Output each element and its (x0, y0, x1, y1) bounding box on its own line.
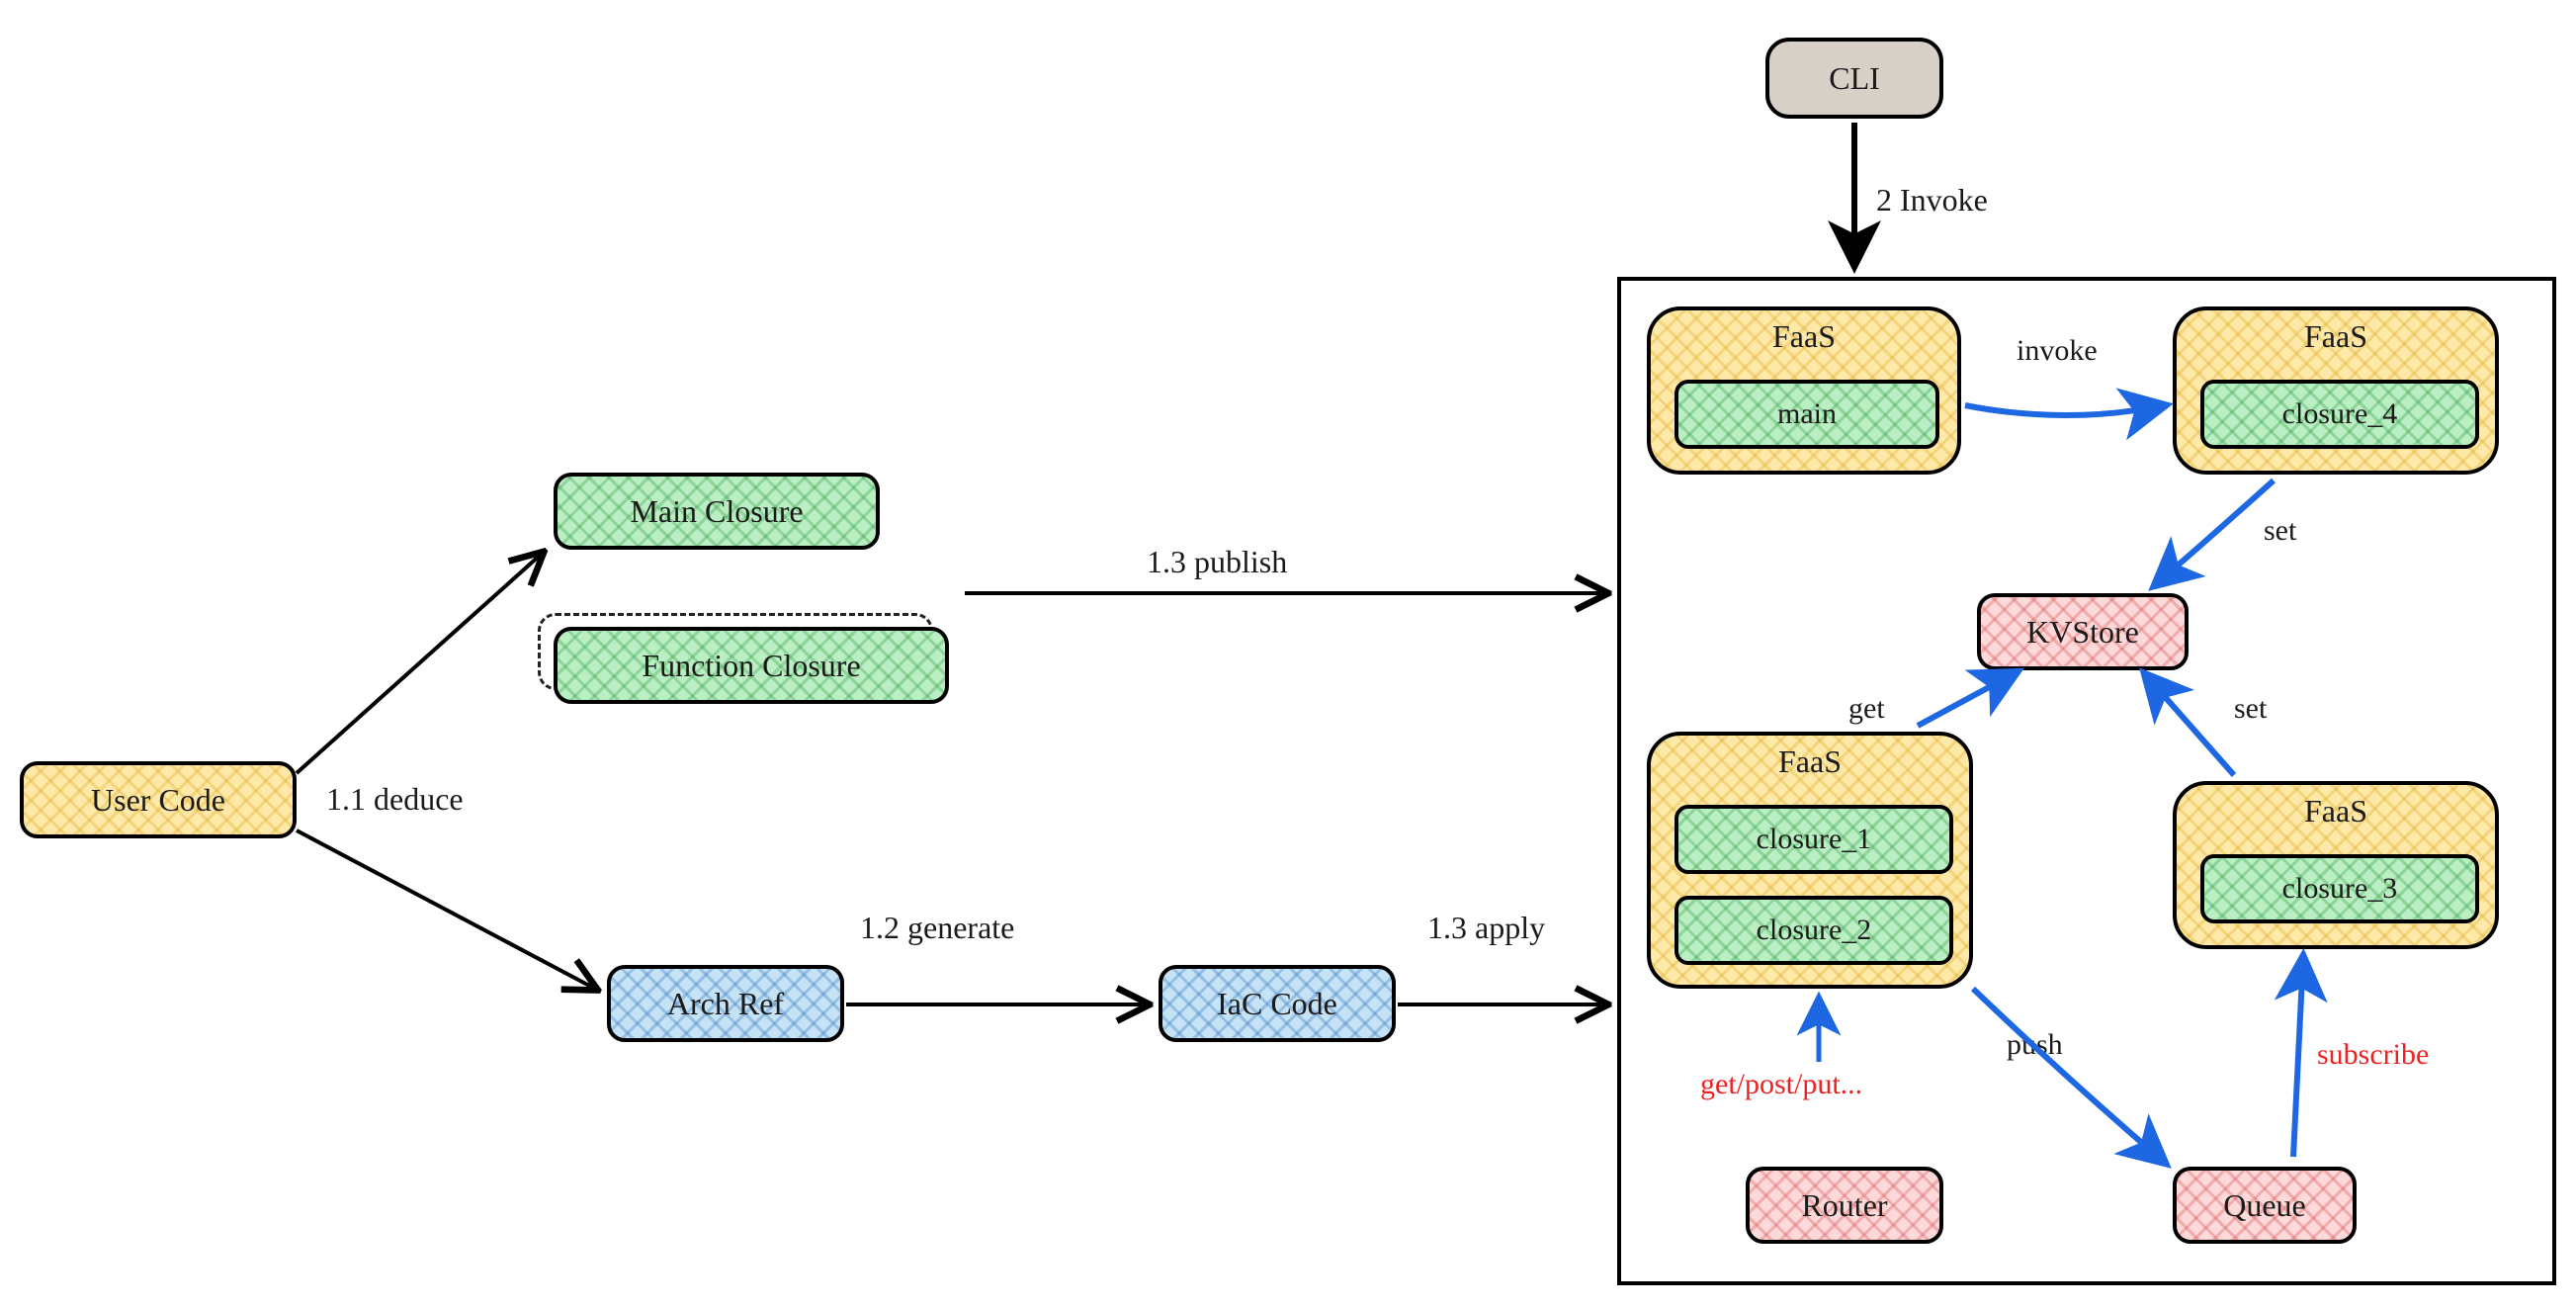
node-label: Arch Ref (667, 986, 784, 1022)
node-label: Main Closure (630, 493, 803, 530)
fn-c3: closure_3 (2200, 854, 2479, 923)
label-publish: 1.3 publish (1147, 544, 1287, 580)
label-set1: set (2264, 514, 2296, 548)
label-generate: 1.2 generate (860, 910, 1014, 946)
fn-c1: closure_1 (1674, 805, 1953, 874)
node-arch-ref: Arch Ref (607, 965, 844, 1042)
faas-main: FaaS main (1647, 306, 1961, 475)
faas-title: FaaS (1651, 743, 1969, 780)
faas-c4: FaaS closure_4 (2173, 306, 2499, 475)
node-iac-code: IaC Code (1159, 965, 1396, 1042)
node-cli: CLI (1765, 38, 1943, 119)
label-apply: 1.3 apply (1427, 910, 1545, 946)
node-label: User Code (91, 782, 225, 819)
node-main-closure: Main Closure (554, 473, 880, 550)
node-label: IaC Code (1217, 986, 1337, 1022)
node-kvstore: KVStore (1977, 593, 2189, 670)
label-get: get (1848, 692, 1885, 726)
node-queue: Queue (2173, 1167, 2357, 1244)
node-user-code: User Code (20, 761, 297, 838)
fn-label: main (1777, 397, 1837, 431)
fn-label: closure_3 (2282, 872, 2398, 906)
node-label: KVStore (2026, 614, 2139, 651)
fn-label: closure_4 (2282, 397, 2398, 431)
node-label: Function Closure (642, 648, 860, 684)
fn-c4: closure_4 (2200, 380, 2479, 449)
faas-c3: FaaS closure_3 (2173, 781, 2499, 949)
fn-main: main (1674, 380, 1939, 449)
faas-title: FaaS (2177, 793, 2495, 829)
node-function-closure: Function Closure (554, 627, 949, 704)
label-invoke: invoke (2017, 334, 2098, 368)
faas-title: FaaS (1651, 318, 1957, 355)
label-deduce: 1.1 deduce (326, 781, 464, 818)
label-http: get/post/put... (1700, 1068, 1862, 1101)
node-label: Router (1801, 1187, 1887, 1224)
label-invoke2: 2 Invoke (1876, 182, 1988, 218)
label-push: push (2007, 1028, 2063, 1062)
faas-title: FaaS (2177, 318, 2495, 355)
diagram-root: User Code Main Closure Function Closure … (0, 0, 2576, 1309)
faas-c12: FaaS closure_1 closure_2 (1647, 732, 1973, 989)
label-set2: set (2234, 692, 2267, 726)
fn-label: closure_2 (1757, 914, 1872, 947)
label-subscribe: subscribe (2317, 1038, 2429, 1072)
fn-label: closure_1 (1757, 823, 1872, 856)
node-router: Router (1746, 1167, 1943, 1244)
node-label: Queue (2223, 1187, 2306, 1224)
fn-c2: closure_2 (1674, 896, 1953, 965)
node-label: CLI (1829, 60, 1880, 97)
